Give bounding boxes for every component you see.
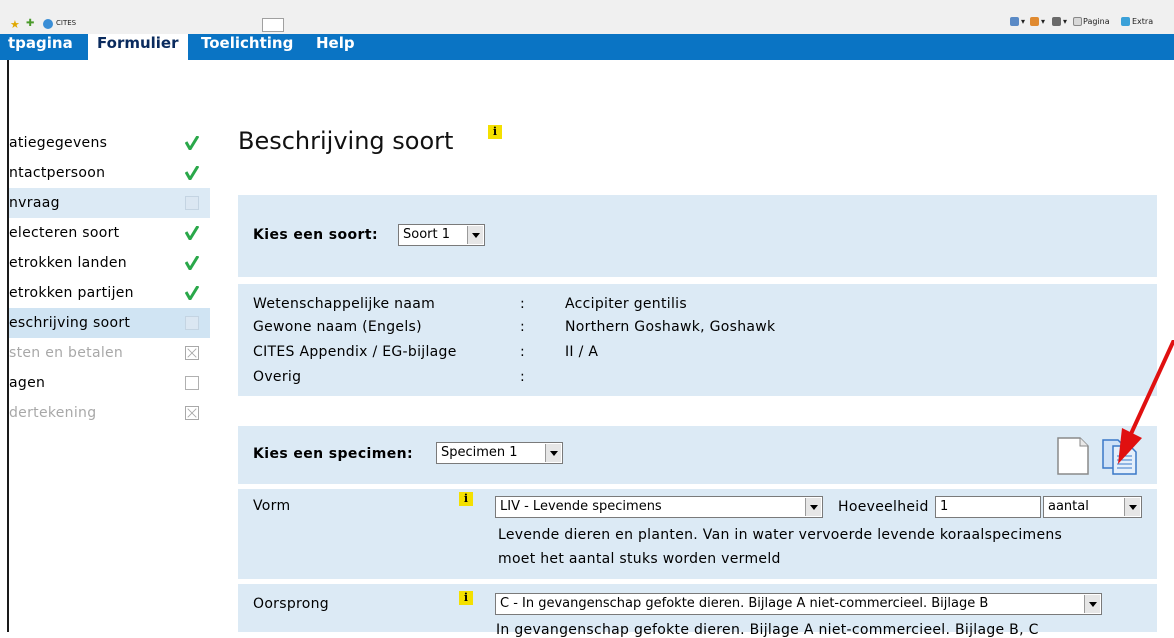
tools-icon	[1121, 17, 1130, 26]
detail-separator: :	[520, 296, 526, 312]
nav-formulier[interactable]: Formulier	[88, 34, 188, 60]
sidebar-item-contactpersoon[interactable]: ntactpersoon	[9, 158, 210, 188]
page-icon	[1073, 17, 1082, 26]
browser-tab-title[interactable]: CITES	[56, 19, 76, 27]
ie-page-icon	[43, 19, 53, 29]
tools-menu[interactable]: Extra	[1132, 17, 1153, 26]
feeds-icon[interactable]	[1030, 17, 1039, 26]
vorm-label: Vorm	[253, 498, 291, 514]
empty-checkbox-icon	[185, 316, 199, 330]
specimen-label: Kies een specimen:	[253, 446, 413, 462]
check-icon	[185, 256, 199, 270]
sidebar-item-kosten-en-betalen: sten en betalen	[9, 338, 210, 368]
empty-checkbox-icon	[185, 376, 199, 390]
oorsprong-help-text: In gevangenschap gefokte dieren. Bijlage…	[496, 622, 1039, 638]
detail-label: Overig	[253, 369, 302, 385]
vorm-select[interactable]: LIV - Levende specimens	[495, 496, 823, 518]
info-icon[interactable]: i	[488, 125, 502, 139]
check-icon	[185, 226, 199, 240]
chevron-down-icon	[805, 498, 821, 516]
unavailable-icon	[185, 346, 199, 360]
detail-separator: :	[520, 319, 526, 335]
detail-separator: :	[520, 369, 526, 385]
detail-value: Northern Goshawk, Goshawk	[565, 319, 776, 335]
chevron-down-icon	[467, 226, 483, 244]
chevron-down-icon	[1084, 595, 1100, 613]
chevron-down-icon	[1124, 498, 1140, 516]
sidebar-item-aanvraag[interactable]: nvraag	[9, 188, 210, 218]
detail-value: II / A	[565, 344, 599, 360]
detail-separator: :	[520, 344, 526, 360]
sidebar-item-beschrijving-soort[interactable]: eschrijving soort	[9, 308, 210, 338]
vorm-help-text: Levende dieren en planten. Van in water …	[498, 527, 1063, 543]
hoeveelheid-input[interactable]: 1	[935, 496, 1041, 518]
sidebar-item-selecteren-soort[interactable]: electeren soort	[9, 218, 210, 248]
soort-select[interactable]: Soort 1	[398, 224, 485, 246]
oorsprong-label: Oorsprong	[253, 596, 329, 612]
detail-label: CITES Appendix / EG-bijlage	[253, 344, 457, 360]
home-icon[interactable]	[1010, 17, 1019, 26]
empty-checkbox-icon	[185, 196, 199, 210]
info-icon[interactable]: i	[459, 591, 473, 605]
sidebar-item-betrokken-landen[interactable]: etrokken landen	[9, 248, 210, 278]
browser-toolbar: ★ ✚ CITES ▾ ▾ ▾ Pagina Extra	[0, 0, 1174, 35]
hoeveelheid-label: Hoeveelheid	[838, 499, 929, 515]
sidebar-item-betrokken-partijen[interactable]: etrokken partijen	[9, 278, 210, 308]
sidebar-item-vragen[interactable]: agen	[9, 368, 210, 398]
page-menu[interactable]: Pagina	[1083, 17, 1110, 26]
check-icon	[185, 166, 199, 180]
nav-toelichting[interactable]: Toelichting	[201, 34, 301, 60]
unavailable-icon	[185, 406, 199, 420]
print-icon[interactable]	[1052, 17, 1061, 26]
page-title: Beschrijving soort	[238, 127, 454, 155]
chevron-down-icon	[545, 444, 561, 462]
nav-help[interactable]: Help	[316, 34, 366, 60]
new-specimen-icon[interactable]	[1056, 436, 1092, 476]
new-tab-button[interactable]	[262, 18, 284, 32]
sidebar-item-organisatiegegevens[interactable]: atiegegevens	[9, 128, 210, 158]
detail-label: Wetenschappelijke naam	[253, 296, 436, 312]
specimen-select[interactable]: Specimen 1	[436, 442, 563, 464]
oorsprong-select[interactable]: C - In gevangenschap gefokte dieren. Bij…	[495, 593, 1102, 615]
check-icon	[185, 136, 199, 150]
nav-startpagina[interactable]: tpagina	[8, 34, 88, 60]
red-arrow-annotation	[1118, 340, 1174, 464]
info-icon[interactable]: i	[459, 492, 473, 506]
sidebar-item-ondertekening: dertekening	[9, 398, 210, 428]
check-icon	[185, 286, 199, 300]
add-favorites-icon[interactable]: ✚	[26, 18, 34, 29]
detail-value: Accipiter gentilis	[565, 296, 687, 312]
vorm-help-text: moet het aantal stuks worden vermeld	[498, 551, 781, 567]
soort-label: Kies een soort:	[253, 227, 378, 243]
unit-select[interactable]: aantal	[1043, 496, 1142, 518]
detail-label: Gewone naam (Engels)	[253, 319, 422, 335]
favorites-star-icon[interactable]: ★	[10, 18, 20, 31]
